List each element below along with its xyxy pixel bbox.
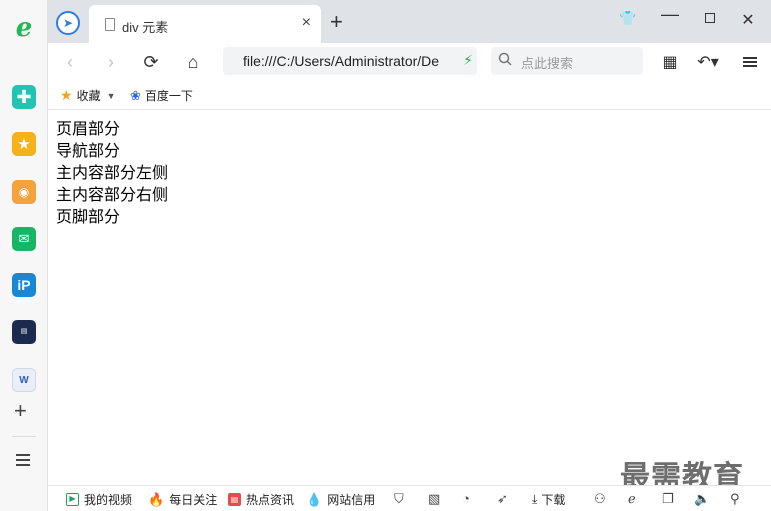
speed-icon[interactable]: ◔ <box>462 491 470 506</box>
zoom-icon[interactable]: ⚲ <box>730 491 740 507</box>
content-line: 页眉部分 <box>56 121 121 138</box>
bookmarks-bar: ★ 收藏 ▼ ❀ 百度一下 <box>48 81 771 110</box>
weibo-icon[interactable]: ◉ <box>12 180 36 204</box>
star-icon: ★ <box>60 87 73 103</box>
bookmark-baidu[interactable]: ❀ 百度一下 <box>130 87 193 104</box>
daily-focus-label: 每日关注 <box>169 493 218 507</box>
minimize-button[interactable]: — <box>658 4 682 25</box>
glasses-icon[interactable]: ⚇ <box>594 491 606 507</box>
navigation-toolbar: ‹ › ⟳ ⌂ file:///C:/Users/Administrator/D… <box>48 43 771 81</box>
content-line: 主内容部分左侧 <box>56 165 169 182</box>
maximize-button[interactable] <box>698 10 722 26</box>
ip-app-icon[interactable]: iP <box>12 273 36 297</box>
tab-title: div 元素 <box>122 20 169 35</box>
drop-icon: 💧 <box>306 492 323 507</box>
page-icon <box>105 18 115 31</box>
address-bar[interactable]: file:///C:/Users/Administrator/De ⚡ <box>223 47 477 75</box>
site-credit-link[interactable]: 💧 网站信用 <box>306 491 375 508</box>
lightning-icon[interactable]: ⚡ <box>463 52 473 69</box>
daily-focus-link[interactable]: 🔥 每日关注 <box>148 491 217 508</box>
search-icon <box>498 52 512 66</box>
skin-icon[interactable]: 👕 <box>616 10 640 27</box>
shield-icon[interactable]: ⛉ <box>394 491 404 507</box>
undo-icon[interactable]: ↶▾ <box>696 50 720 74</box>
search-box[interactable]: 点此搜索 <box>491 47 643 75</box>
content-line: 导航部分 <box>56 143 121 160</box>
favorites-menu[interactable]: ★ 收藏 ▼ <box>60 87 116 104</box>
tab-bar: ➤ div 元素 × + 👕 — ✕ <box>48 0 771 43</box>
fire-icon: 🔥 <box>148 492 165 507</box>
favorites-star-icon[interactable]: ★ <box>12 132 36 156</box>
download-button[interactable]: ⤓ 下载 <box>532 491 565 508</box>
back-button[interactable]: ‹ <box>58 50 82 74</box>
favorites-label: 收藏 <box>76 89 101 103</box>
tab-active[interactable]: div 元素 × <box>89 5 321 43</box>
window-icon[interactable]: ❐ <box>662 491 674 507</box>
word-doc-icon[interactable]: W <box>12 368 36 392</box>
search-input[interactable]: 点此搜索 <box>521 53 573 72</box>
download-label: 下载 <box>541 493 566 507</box>
bookmark-baidu-label: 百度一下 <box>144 89 193 103</box>
left-sidebar: e ✚ ★ ◉ ✉ iP ▤ W + <box>0 0 48 511</box>
image-icon[interactable]: ▧ <box>428 491 440 507</box>
download-icon: ⤓ <box>532 492 538 506</box>
status-bar: ▶ 我的视频 🔥 每日关注 ▤ 热点资讯 💧 网站信用 ⛉ ▧ ◔ ➶ ⤓ 下载… <box>48 485 771 511</box>
navigation-compass-icon[interactable]: ➤ <box>56 11 80 35</box>
sidebar-divider <box>12 436 36 437</box>
home-button[interactable]: ⌂ <box>181 50 205 74</box>
content-line: 页脚部分 <box>56 209 121 226</box>
address-input[interactable]: file:///C:/Users/Administrator/De <box>243 53 455 69</box>
forward-button[interactable]: › <box>99 50 123 74</box>
hot-news-label: 热点资讯 <box>246 493 295 507</box>
new-tab-button[interactable]: + <box>330 9 343 35</box>
page-content: 页眉部分 导航部分 主内容部分左侧 主内容部分右侧 页脚部分 <box>48 110 771 485</box>
list-icon[interactable] <box>16 454 30 469</box>
news-app-icon[interactable]: ▤ <box>12 320 36 344</box>
hot-news-link[interactable]: ▤ 热点资讯 <box>228 491 294 508</box>
tab-close-button[interactable]: × <box>302 14 311 32</box>
sound-icon[interactable]: 🔈 <box>694 491 710 507</box>
news-icon: ▤ <box>228 493 241 506</box>
reload-button[interactable]: ⟳ <box>139 50 163 74</box>
apps-grid-icon[interactable]: ▦ <box>658 50 682 74</box>
add-icon[interactable]: + <box>14 398 27 424</box>
play-icon: ▶ <box>66 493 79 506</box>
add-app-icon[interactable]: ✚ <box>12 85 36 109</box>
site-credit-label: 网站信用 <box>327 493 376 507</box>
my-video-label: 我的视频 <box>84 493 133 507</box>
content-line: 主内容部分右侧 <box>56 187 169 204</box>
baidu-paw-icon: ❀ <box>130 87 141 103</box>
rocket-icon[interactable]: ➶ <box>497 491 508 507</box>
ie-icon[interactable]: ℯ <box>628 491 636 507</box>
close-window-button[interactable]: ✕ <box>736 10 760 30</box>
chevron-down-icon: ▼ <box>106 90 116 101</box>
my-video-link[interactable]: ▶ 我的视频 <box>66 491 132 508</box>
browser-logo-icon[interactable]: e <box>12 13 36 43</box>
mail-icon[interactable]: ✉ <box>12 227 36 251</box>
menu-button[interactable] <box>738 50 762 74</box>
